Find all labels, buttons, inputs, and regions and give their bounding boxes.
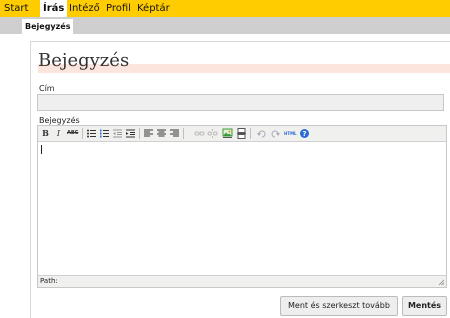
redo-icon[interactable] [270,128,281,139]
nav-item-profil[interactable]: Profil [106,2,131,15]
rich-text-editor: B I ABC HTML ? Path: [37,125,447,288]
indent-icon[interactable] [125,128,136,139]
nav-item-iras[interactable]: Írás [40,0,68,17]
image-icon[interactable] [222,128,233,139]
body-label: Bejegyzés [39,116,80,125]
top-navigation-bar: Start Írás Intéző Profil Képtár [0,0,450,17]
save-and-continue-button[interactable]: Ment és szerkeszt tovább [280,296,398,316]
toolbar-separator [250,128,251,139]
outdent-icon[interactable] [112,128,123,139]
html-source-icon[interactable]: HTML [284,128,297,139]
italic-icon[interactable]: I [53,128,64,139]
bold-icon[interactable]: B [40,128,51,139]
save-button[interactable]: Mentés [402,296,447,316]
undo-icon[interactable] [256,128,267,139]
nav-item-intezo[interactable]: Intéző [69,2,100,15]
toolbar-separator [82,128,83,139]
bullet-list-icon[interactable] [86,128,97,139]
align-center-icon[interactable] [156,128,167,139]
editor-statusbar: Path: [38,275,446,287]
nav-item-start[interactable]: Start [4,2,28,15]
align-right-icon[interactable] [169,128,180,139]
resize-handle-icon[interactable] [438,279,445,286]
align-left-icon[interactable] [143,128,154,139]
subtab-bejegyzes[interactable]: Bejegyzés [22,19,74,34]
title-input[interactable] [37,94,444,111]
title-label: Cím [39,84,55,93]
nav-item-keptar[interactable]: Képtár [137,2,170,15]
toolbar-separator [139,128,140,139]
toolbar-separator [183,128,184,139]
numbered-list-icon[interactable] [99,128,110,139]
editor-content-area[interactable] [38,142,446,276]
page-title: Bejegyzés [38,50,130,71]
path-label: Path: [40,277,58,285]
link-icon[interactable] [194,128,205,139]
strikethrough-icon[interactable]: ABC [67,128,78,139]
editor-toolbar: B I ABC HTML ? [38,126,446,142]
page-break-icon[interactable] [236,128,247,139]
svg-text:?: ? [302,130,306,138]
help-icon[interactable]: ? [299,128,310,139]
unlink-icon[interactable] [207,128,218,139]
